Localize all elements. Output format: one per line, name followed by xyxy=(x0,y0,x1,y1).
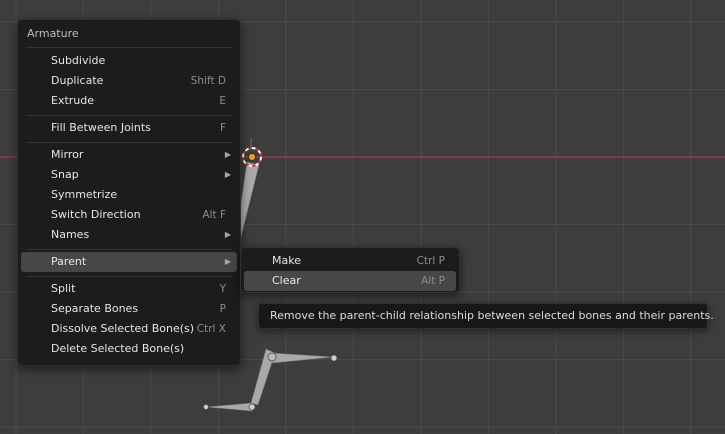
menu-item-shortcut: Shift D xyxy=(190,75,226,87)
menu-item-make-parent[interactable]: Make Ctrl P xyxy=(244,251,456,271)
bone-joint xyxy=(330,354,338,362)
menu-item-subdivide[interactable]: Subdivide xyxy=(21,51,237,71)
submenu-arrow-icon: ▶ xyxy=(224,170,231,179)
menu-item-extrude[interactable]: Extrude E xyxy=(21,91,237,111)
menu-separator xyxy=(26,249,232,250)
armature-context-menu: Armature Subdivide Duplicate Shift D Ext… xyxy=(17,19,241,366)
menu-item-shortcut: Alt F xyxy=(202,209,226,221)
bone xyxy=(205,402,253,412)
parent-submenu: Make Ctrl P Clear Alt P xyxy=(240,247,460,293)
menu-item-mirror[interactable]: Mirror ▶ xyxy=(21,145,237,165)
menu-item-label: Extrude xyxy=(51,94,95,107)
bone-joint xyxy=(267,352,277,362)
menu-item-clear-parent[interactable]: Clear Alt P xyxy=(244,271,456,291)
menu-item-symmetrize[interactable]: Symmetrize xyxy=(21,185,237,205)
menu-separator xyxy=(26,142,232,143)
menu-item-label: Duplicate xyxy=(51,74,104,87)
menu-item-label: Make xyxy=(272,254,301,267)
bone xyxy=(271,352,335,364)
menu-item-label: Snap xyxy=(51,168,79,181)
menu-item-separate-bones[interactable]: Separate Bones P xyxy=(21,299,237,319)
submenu-arrow-icon: ▶ xyxy=(224,230,231,239)
menu-item-label: Separate Bones xyxy=(51,302,139,315)
menu-item-parent[interactable]: Parent ▶ xyxy=(21,252,237,272)
menu-item-shortcut: Ctrl P xyxy=(416,255,445,267)
menu-item-label: Split xyxy=(51,282,76,295)
menu-item-split[interactable]: Split Y xyxy=(21,279,237,299)
menu-item-label: Subdivide xyxy=(51,54,106,67)
menu-item-label: Names xyxy=(51,228,90,241)
menu-item-shortcut: E xyxy=(219,95,226,107)
tooltip-text: Remove the parent-child relationship bet… xyxy=(270,309,714,322)
menu-title: Armature xyxy=(27,27,79,40)
menu-item-switch-direction[interactable]: Switch Direction Alt F xyxy=(21,205,237,225)
menu-item-names[interactable]: Names ▶ xyxy=(21,225,237,245)
menu-item-label: Clear xyxy=(272,274,301,287)
menu-item-snap[interactable]: Snap ▶ xyxy=(21,165,237,185)
menu-item-fill-between-joints[interactable]: Fill Between Joints F xyxy=(21,118,237,138)
menu-item-shortcut: P xyxy=(219,303,226,315)
tooltip: Remove the parent-child relationship bet… xyxy=(258,303,714,329)
menu-item-label: Parent xyxy=(51,255,87,268)
menu-item-label: Delete Selected Bone(s) xyxy=(51,342,185,355)
menu-item-dissolve-selected-bones[interactable]: Dissolve Selected Bone(s) Ctrl X xyxy=(21,319,237,339)
menu-item-delete-selected-bones[interactable]: Delete Selected Bone(s) xyxy=(21,339,237,359)
submenu-arrow-icon: ▶ xyxy=(224,150,231,159)
menu-item-label: Switch Direction xyxy=(51,208,141,221)
menu-item-shortcut: F xyxy=(219,122,226,134)
submenu-arrow-icon: ▶ xyxy=(224,257,231,266)
menu-item-shortcut: Ctrl X xyxy=(196,323,226,335)
menu-item-shortcut: Y xyxy=(219,283,226,295)
menu-item-duplicate[interactable]: Duplicate Shift D xyxy=(21,71,237,91)
menu-separator xyxy=(26,276,232,277)
bone-joint xyxy=(248,403,256,411)
menu-separator xyxy=(26,47,232,48)
menu-item-label: Symmetrize xyxy=(51,188,118,201)
menu-item-label: Mirror xyxy=(51,148,84,161)
menu-separator xyxy=(26,115,232,116)
menu-item-shortcut: Alt P xyxy=(421,275,445,287)
menu-item-label: Fill Between Joints xyxy=(51,121,151,134)
menu-item-label: Dissolve Selected Bone(s) xyxy=(51,322,195,335)
bone-joint xyxy=(203,404,209,410)
